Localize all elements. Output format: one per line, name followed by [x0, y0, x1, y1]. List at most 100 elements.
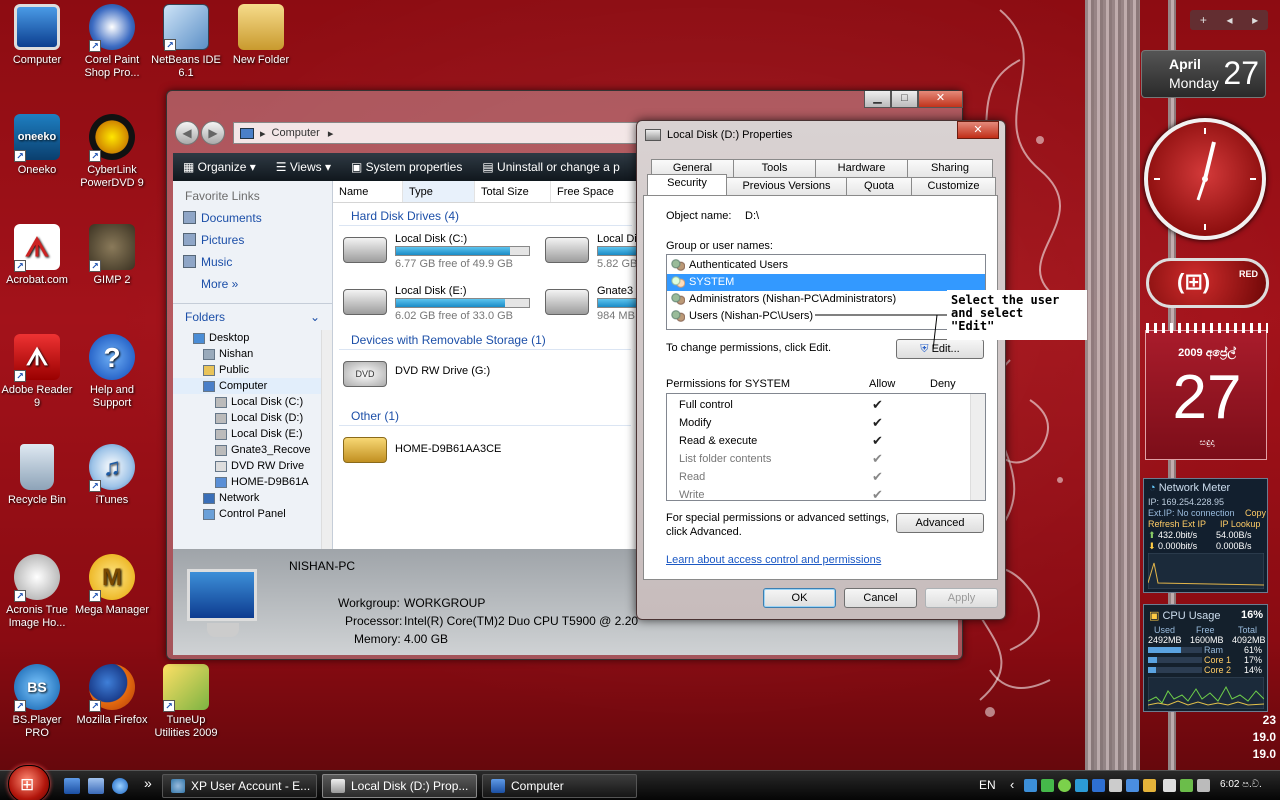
tab-quota[interactable]: Quota [846, 177, 912, 195]
ok-button[interactable]: OK [763, 588, 836, 608]
tab-security[interactable]: Security [647, 174, 727, 196]
tree-item-desktop[interactable]: Desktop [173, 330, 332, 346]
tree-item-home[interactable]: HOME-D9B61A [173, 474, 332, 490]
net-copy-link[interactable]: Copy [1245, 508, 1266, 518]
user-authenticated-users[interactable]: Authenticated Users [667, 257, 985, 274]
tree-scrollbar[interactable] [321, 330, 332, 550]
tray-battery-icon[interactable] [1180, 779, 1193, 792]
tree-item-nishan[interactable]: Nishan [173, 346, 332, 362]
column-name[interactable]: Name [333, 181, 403, 202]
internet-explorer-icon[interactable] [112, 778, 128, 794]
switch-windows-icon[interactable] [88, 778, 104, 794]
tray-z-icon[interactable] [1092, 779, 1105, 792]
add-gadget-icon[interactable]: + [1200, 13, 1207, 27]
tab-sharing[interactable]: Sharing [907, 159, 993, 177]
tray-app-icon[interactable] [1143, 779, 1156, 792]
desktop-icon-acrobat-com[interactable]: ᗑ ↗ Acrobat.com [0, 224, 74, 287]
task-local-disk-properties[interactable]: Local Disk (D:) Prop... [322, 774, 477, 798]
tray-skype-icon[interactable] [1075, 779, 1088, 792]
desktop-icon-firefox[interactable]: ↗ Mozilla Firefox [75, 664, 149, 727]
tab-hardware[interactable]: Hardware [815, 159, 908, 177]
forward-button[interactable]: ▶ [201, 121, 225, 145]
dialog-close-button[interactable]: ✕ [957, 121, 999, 139]
drive-local-d[interactable]: Local Di 5.82 GB [545, 233, 638, 269]
column-type[interactable]: Type [403, 181, 475, 202]
net-lookup-link[interactable]: IP Lookup [1220, 519, 1260, 529]
desktop-icon-new-folder[interactable]: New Folder [224, 4, 298, 67]
start-button[interactable]: ⊞ [8, 765, 50, 800]
cancel-button[interactable]: Cancel [844, 588, 917, 608]
drive-local-e[interactable]: Local Disk (E:) 6.02 GB free of 33.0 GB [343, 285, 533, 322]
tree-item-local-c[interactable]: Local Disk (C:) [173, 394, 332, 410]
desktop-icon-help[interactable]: ? Help and Support [75, 334, 149, 410]
tree-item-local-d[interactable]: Local Disk (D:) [173, 410, 332, 426]
desktop-icon-adobe-reader[interactable]: ᗑ ↗ Adobe Reader 9 [0, 334, 74, 410]
desktop-icon-bsplayer[interactable]: BS ↗ BS.Player PRO [0, 664, 74, 740]
tree-item-computer[interactable]: Computer [173, 378, 332, 394]
favorite-music[interactable]: Music [173, 251, 332, 273]
minimize-button[interactable]: ▁ [864, 91, 891, 108]
tray-volume-icon[interactable] [1197, 779, 1210, 792]
address-input[interactable]: ▸ Computer ▸ [233, 122, 645, 144]
network-computer-item[interactable]: HOME-D9B61AA3CE [343, 433, 543, 469]
group-hard-disk-drives[interactable]: Hard Disk Drives (4) [339, 203, 632, 226]
tree-item-gnate3[interactable]: Gnate3_Recove [173, 442, 332, 458]
desktop-icon-computer[interactable]: Computer [0, 4, 74, 67]
tray-network-icon[interactable] [1024, 779, 1037, 792]
drive-local-c[interactable]: Local Disk (C:) 6.77 GB free of 49.9 GB [343, 233, 533, 270]
desktop-icon-acronis[interactable]: ↗ Acronis True Image Ho... [0, 554, 74, 630]
tray-shield-icon[interactable] [1126, 779, 1139, 792]
clock-time[interactable]: 6:02 ප.ව. [1220, 779, 1262, 790]
desktop-icon-powerdvd[interactable]: ↗ CyberLink PowerDVD 9 [75, 114, 149, 190]
tray-settings-icon[interactable] [1109, 779, 1122, 792]
tree-item-local-e[interactable]: Local Disk (E:) [173, 426, 332, 442]
tray-utility-icon[interactable] [1041, 779, 1054, 792]
tab-tools[interactable]: Tools [733, 159, 816, 177]
desktop-icon-oneeko[interactable]: oneeko ↗ Oneeko [0, 114, 74, 177]
organize-button[interactable]: ▦ Organize ▾ [173, 160, 266, 174]
tree-item-dvd[interactable]: DVD RW Drive [173, 458, 332, 474]
tray-chat-icon[interactable] [1058, 779, 1071, 792]
tab-previous-versions[interactable]: Previous Versions [726, 177, 847, 195]
group-removable-storage[interactable]: Devices with Removable Storage (1) [339, 327, 631, 350]
advanced-button[interactable]: Advanced [896, 513, 984, 533]
views-button[interactable]: ☰ Views ▾ [266, 160, 341, 174]
permissions-scrollbar[interactable] [970, 394, 985, 500]
task-computer[interactable]: Computer [482, 774, 637, 798]
desktop-icon-itunes[interactable]: ♫ ↗ iTunes [75, 444, 149, 507]
group-other[interactable]: Other (1) [339, 403, 631, 426]
tree-item-public[interactable]: Public [173, 362, 332, 378]
favorite-pictures[interactable]: Pictures [173, 229, 332, 251]
language-indicator[interactable]: EN [979, 778, 996, 792]
net-refresh-link[interactable]: Refresh Ext IP [1148, 519, 1206, 529]
show-desktop-icon[interactable] [64, 778, 80, 794]
drive-gnate3[interactable]: Gnate3 984 MB [545, 285, 638, 321]
tree-item-control-panel[interactable]: Control Panel [173, 506, 332, 522]
column-free-space[interactable]: Free Space [551, 181, 638, 202]
desktop-icon-netbeans[interactable]: ↗ NetBeans IDE 6.1 [149, 4, 223, 80]
favorite-documents[interactable]: Documents [173, 207, 332, 229]
back-button[interactable]: ◀ [175, 121, 199, 145]
prev-icon[interactable]: ◂ [1226, 13, 1232, 27]
column-total-size[interactable]: Total Size [475, 181, 551, 202]
uninstall-button[interactable]: ▤ Uninstall or change a p [472, 160, 629, 174]
properties-dialog[interactable]: Local Disk (D:) Properties ✕ General Too… [636, 120, 1006, 620]
system-properties-button[interactable]: ▣ System properties [341, 160, 472, 174]
tree-item-network[interactable]: Network [173, 490, 332, 506]
apply-button[interactable]: Apply [925, 588, 998, 608]
close-button[interactable]: ✕ [918, 91, 963, 108]
next-icon[interactable]: ▸ [1252, 13, 1258, 27]
tray-power-icon[interactable] [1163, 779, 1176, 792]
learn-access-control-link[interactable]: Learn about access control and permissio… [666, 554, 881, 566]
desktop-icon-corel[interactable]: ↗ Corel Paint Shop Pro... [75, 4, 149, 80]
tab-customize[interactable]: Customize [911, 177, 996, 195]
folders-heading[interactable]: Folders ⌄ [173, 303, 332, 330]
desktop-icon-tuneup[interactable]: ↗ TuneUp Utilities 2009 [149, 664, 223, 740]
desktop-icon-recycle-bin[interactable]: Recycle Bin [0, 444, 74, 507]
tray-expand-icon[interactable]: ‹ [1010, 777, 1014, 792]
maximize-button[interactable]: □ [891, 91, 918, 108]
desktop-icon-mega-manager[interactable]: M ↗ Mega Manager [75, 554, 149, 617]
favorite-more[interactable]: More » [173, 273, 332, 295]
drive-dvd[interactable]: DVD DVD RW Drive (G:) [343, 357, 543, 393]
quicklaunch-chevron-icon[interactable]: » [144, 775, 152, 791]
